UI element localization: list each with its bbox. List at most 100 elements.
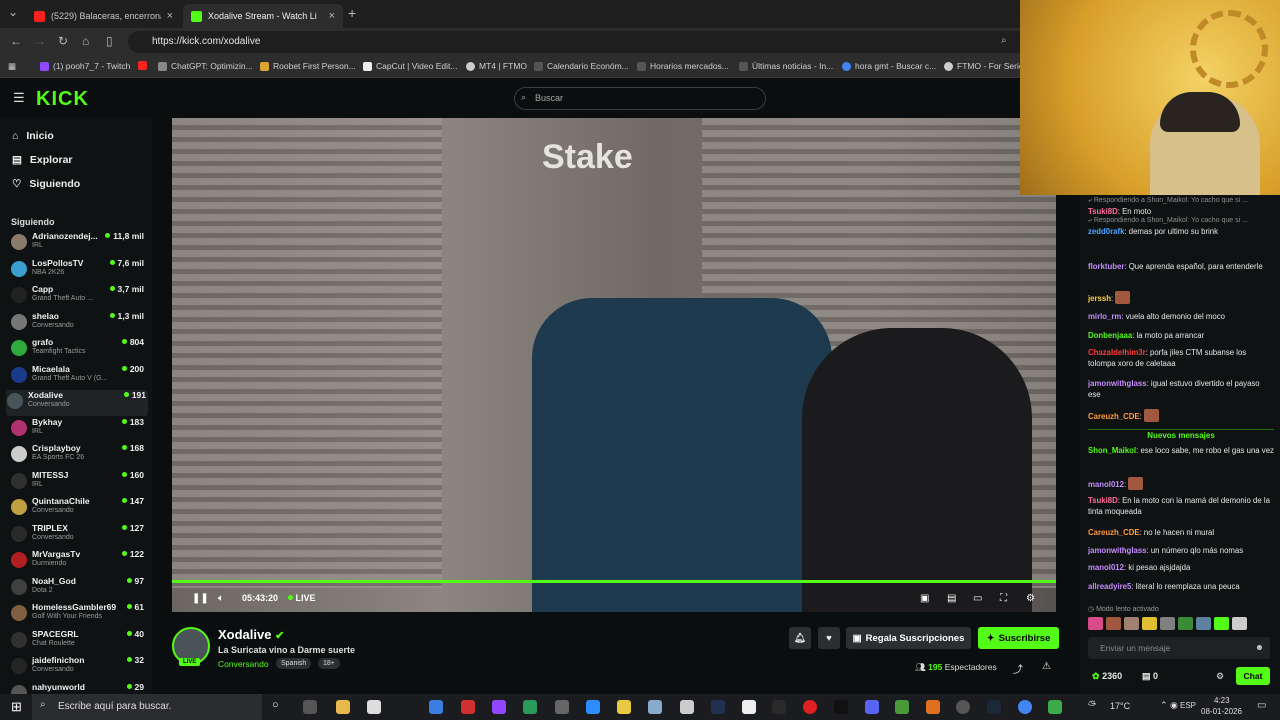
sidebar-channel[interactable]: nahyunworld 29 [10,682,146,694]
chat-username[interactable]: jerssh [1088,294,1111,303]
tag-age[interactable]: 18+ [318,658,340,669]
app-icon[interactable] [429,700,443,714]
chat-username[interactable]: Careuzh_CDE [1088,412,1140,421]
discord-icon[interactable] [865,700,879,714]
chat-username[interactable]: Donbenjaaa [1088,331,1132,340]
pip-icon[interactable]: ▤ [947,593,956,604]
fullscreen-icon[interactable]: ⛶ [1000,593,1007,604]
notepad-icon[interactable] [367,700,381,714]
bookmark-item[interactable]: (1) pooh7_7 - Twitch [40,61,130,71]
sidebar-channel[interactable]: MITESSJ IRL 160 [10,470,146,496]
bookmark-item[interactable]: MT4 | FTMO [466,61,527,71]
new-tab-icon[interactable]: + [348,5,356,21]
stream-category[interactable]: Conversando [218,659,269,669]
volume-icon[interactable]: 🔈︎ [218,593,224,604]
emote-icon[interactable] [1214,617,1229,630]
follow-heart-icon[interactable]: ♥ [818,627,840,649]
url-field[interactable]: https://kick.com/xodalive [128,31,1028,53]
emote-icon[interactable] [1142,617,1157,630]
twitch-icon[interactable] [492,700,506,714]
zoom-icon[interactable]: ⌕ [1001,35,1007,46]
emote-icon[interactable] [1196,617,1211,630]
windows-start-icon[interactable]: ⊞ [11,699,22,715]
notification-bell-icon[interactable]: 🔔︎ [789,627,811,649]
chat-username[interactable]: manol012 [1088,563,1124,572]
drops-counter[interactable]: ▤ 0 [1142,671,1158,682]
bookmark-item[interactable]: hora gmt - Buscar c... [842,61,936,71]
app-icon[interactable] [956,700,970,714]
sidebar-channel[interactable]: QuintanaChile Conversando 147 [10,496,146,522]
pause-icon[interactable]: ❚❚ [192,593,209,604]
app-icon[interactable] [617,700,631,714]
sidebar-channel[interactable]: TRIPLEX Conversando 127 [10,523,146,549]
emote-icon[interactable] [1106,617,1121,630]
chat-username[interactable]: Careuzh_CDE [1088,528,1140,537]
chat-send-button[interactable]: Chat [1236,667,1270,685]
app-icon[interactable] [711,700,725,714]
settings-icon[interactable]: ⚙ [1026,593,1035,604]
sidebar-channel[interactable]: Capp Grand Theft Auto ... 3,7 mil [10,284,146,310]
sidebar-channel[interactable]: Bykhay IRL 183 [10,417,146,443]
bookmark-item[interactable]: Roobet First Person... [260,61,356,71]
chat-username[interactable]: Shon_Maikol [1088,446,1136,455]
chat-username[interactable]: mirlo_rm [1088,312,1121,321]
subscribe-button[interactable]: ✦ Suscribirse [978,627,1059,649]
chat-input[interactable]: Enviar un mensaje ☻ [1088,637,1270,659]
bookmark-item[interactable]: FTMO - For Serio [944,61,1024,71]
share-icon[interactable]: ⤴ [1013,661,1023,676]
home-icon[interactable]: ⌂ [82,34,89,48]
cortana-icon[interactable]: ○ [272,699,279,711]
bookmark-item[interactable]: Calendario Económ... [534,61,629,71]
tab-list-icon[interactable]: ⌄ [8,5,18,19]
sidebar-channel[interactable]: jaidefinichon Conversando 32 [10,655,146,681]
video-progress-bar[interactable] [172,580,1056,583]
report-icon[interactable]: ⚠ [1042,661,1051,672]
tag-language[interactable]: Spanish [276,658,312,669]
sidebar-channel[interactable]: Micaelala Grand Theft Auto V (G... 200 [10,364,146,390]
bookmark-item[interactable]: Últimas noticias - In... [739,61,833,71]
bookmark-item[interactable] [138,61,147,70]
back-icon[interactable]: ← [10,34,22,48]
opera-icon[interactable] [803,700,817,714]
forward-icon[interactable]: → [34,34,46,48]
weather-icon[interactable]: ⛅︎ [1088,700,1096,711]
steam-icon[interactable] [987,700,1001,714]
apps-icon[interactable]: ▦ [8,61,16,72]
split-view-icon[interactable]: ▯ [106,34,113,48]
app-icon[interactable] [648,700,662,714]
app-icon[interactable] [555,700,569,714]
sidebar-channel[interactable]: grafo Teamfight Tactics 804 [10,337,146,363]
app-icon[interactable] [772,700,786,714]
sidebar-channel[interactable]: NoaH_God Dota 2 97 [10,576,146,602]
sidebar-channel[interactable]: LosPollosTV NBA 2K26 7,6 mil [10,258,146,284]
kick-logo[interactable]: KICK [36,88,89,111]
close-tab-icon[interactable]: × [167,10,173,22]
minecraft-icon[interactable] [895,700,909,714]
app-icon[interactable] [1048,700,1062,714]
clock-time[interactable]: 4:23 [1214,696,1230,705]
close-tab-icon[interactable]: × [329,10,335,22]
emote-icon[interactable] [1160,617,1175,630]
bookmark-item[interactable]: CapCut | Video Edit... [363,61,457,71]
chrome-icon[interactable] [1018,700,1032,714]
browser-tab[interactable]: (5229) Balaceras, encerronas y p × [26,4,181,28]
gift-subs-button[interactable]: ▣ Regala Suscripciones [846,627,971,649]
sidebar-channel[interactable]: shelao Conversando 1,3 mil [10,311,146,337]
chat-username[interactable]: jamonwithglass [1088,546,1147,555]
chat-username[interactable]: zedd0rafk [1088,227,1124,236]
task-view-icon[interactable] [303,700,317,714]
app-icon[interactable] [742,700,756,714]
capcut-icon[interactable] [680,700,694,714]
chat-username[interactable]: Chazaldelhim3r [1088,348,1146,357]
notifications-icon[interactable]: ▭ [1257,700,1266,711]
bookmark-item[interactable]: ChatGPT: Optimizin... [158,61,253,71]
chat-settings-icon[interactable]: ⚙ [1216,671,1224,682]
video-player[interactable]: Stake [172,118,1056,612]
emote-icon[interactable] [1124,617,1139,630]
app-icon[interactable] [926,700,940,714]
chat-username[interactable]: manol012 [1088,480,1124,489]
miniplayer-icon[interactable]: ▣ [920,593,929,604]
sidebar-channel[interactable]: MrVargasTv Durmiendo 122 [10,549,146,575]
sidebar-channel[interactable]: Xodalive Conversando 191 [6,390,148,416]
browser-tab-active[interactable]: Xodalive Stream - Watch Li × [183,4,343,28]
